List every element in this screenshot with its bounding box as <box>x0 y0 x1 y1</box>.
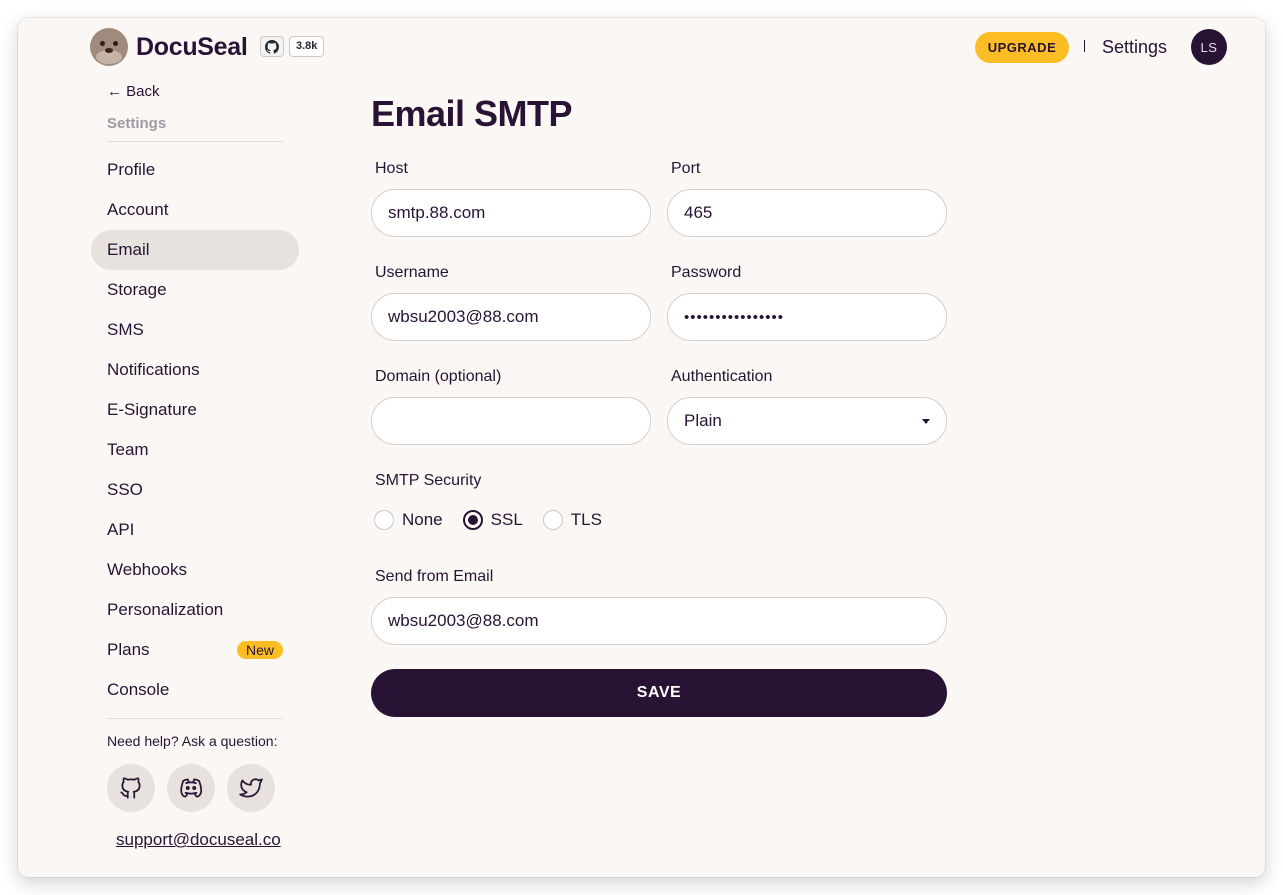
from-email-label: Send from Email <box>375 568 494 585</box>
app-window: DocuSeal 3.8k UPGRADE Settings LS ← Back… <box>18 18 1265 877</box>
new-badge: New <box>236 641 283 659</box>
sidebar-divider <box>107 718 283 719</box>
github-icon[interactable] <box>107 764 155 812</box>
radio-ssl[interactable] <box>462 510 483 530</box>
sidebar-item-label: Webhooks <box>107 560 188 579</box>
radio-label: SSL <box>490 510 523 529</box>
password-label: Password <box>671 264 742 281</box>
smtp-security-radio-group: None SSL TLS <box>374 510 622 530</box>
sidebar-item-label: Account <box>107 200 169 219</box>
sidebar-item-team[interactable]: Team <box>91 430 299 470</box>
port-input[interactable]: 465 <box>667 189 947 237</box>
twitter-icon[interactable] <box>227 764 275 812</box>
sidebar-item-email[interactable]: Email <box>91 230 299 270</box>
help-text: Need help? Ask a question: <box>107 733 278 749</box>
sidebar-item-label: Console <box>107 680 170 699</box>
sidebar-divider <box>107 141 283 142</box>
github-star-count[interactable]: 3.8k <box>289 36 325 57</box>
sidebar-item-label: SSO <box>107 480 143 499</box>
sidebar-item-label: Team <box>107 440 149 459</box>
sidebar-item-sso[interactable]: SSO <box>91 470 299 510</box>
user-avatar[interactable]: LS <box>1191 29 1227 65</box>
radio-label: None <box>402 510 443 529</box>
radio-label: TLS <box>570 510 602 529</box>
sidebar-item-sms[interactable]: SMS <box>91 310 299 350</box>
sidebar-item-storage[interactable]: Storage <box>91 270 299 310</box>
sidebar-item-label: Notifications <box>107 360 200 379</box>
sidebar-item-webhooks[interactable]: Webhooks <box>91 550 299 590</box>
host-label: Host <box>375 160 408 177</box>
sidebar-item-label: API <box>107 520 135 539</box>
brand-logo[interactable]: DocuSeal <box>90 28 248 66</box>
from-email-input[interactable]: wbsu2003@88.com <box>371 597 947 645</box>
sidebar-item-plans[interactable]: Plans New <box>91 630 299 670</box>
domain-input[interactable] <box>371 397 651 445</box>
header-divider <box>1084 40 1085 52</box>
username-label: Username <box>375 264 449 281</box>
authentication-label: Authentication <box>671 368 773 385</box>
sidebar-item-label: E-Signature <box>107 400 197 419</box>
security-option-tls[interactable]: TLS <box>542 510 602 530</box>
sidebar-item-notifications[interactable]: Notifications <box>91 350 299 390</box>
sidebar-item-account[interactable]: Account <box>91 190 299 230</box>
sidebar-item-label: Plans <box>107 640 150 659</box>
page-title: Email SMTP <box>371 93 573 134</box>
seal-mascot-icon <box>90 28 128 66</box>
security-option-none[interactable]: None <box>374 510 443 530</box>
caret-down-icon <box>922 419 930 424</box>
sidebar-nav: Profile Account Email Storage SMS Notifi… <box>91 150 299 710</box>
github-stars-widget[interactable]: 3.8k <box>260 36 325 57</box>
username-input[interactable]: wbsu2003@88.com <box>371 293 651 341</box>
sidebar-item-label: Storage <box>107 280 167 299</box>
github-icon[interactable] <box>260 36 284 57</box>
sidebar-item-label: SMS <box>107 320 144 339</box>
sidebar-item-label: Personalization <box>107 600 224 619</box>
sidebar-item-e-signature[interactable]: E-Signature <box>91 390 299 430</box>
sidebar-item-api[interactable]: API <box>91 510 299 550</box>
social-links <box>107 764 275 812</box>
sidebar-item-label: Email <box>107 240 150 259</box>
host-input[interactable]: smtp.88.com <box>371 189 651 237</box>
authentication-select[interactable]: Plain <box>667 397 947 445</box>
support-email-link[interactable]: support@docuseal.co <box>116 830 281 850</box>
sidebar-section-title: Settings <box>107 115 167 132</box>
port-label: Port <box>671 160 701 177</box>
sidebar-item-label: Profile <box>107 160 156 179</box>
sidebar-item-profile[interactable]: Profile <box>91 150 299 190</box>
discord-icon[interactable] <box>167 764 215 812</box>
radio-tls[interactable] <box>542 510 563 530</box>
back-link[interactable]: ← Back <box>107 83 160 100</box>
radio-none[interactable] <box>374 510 394 530</box>
upgrade-button[interactable]: UPGRADE <box>975 32 1069 63</box>
save-button[interactable]: SAVE <box>371 669 947 717</box>
domain-label: Domain (optional) <box>375 368 502 385</box>
authentication-value: Plain <box>684 411 722 430</box>
brand-name: DocuSeal <box>136 32 248 61</box>
smtp-security-label: SMTP Security <box>375 472 482 489</box>
settings-link[interactable]: Settings <box>1102 37 1167 58</box>
security-option-ssl[interactable]: SSL <box>462 510 523 530</box>
sidebar-item-console[interactable]: Console <box>91 670 299 710</box>
sidebar-item-personalization[interactable]: Personalization <box>91 590 299 630</box>
password-input[interactable]: •••••••••••••••• <box>667 293 947 341</box>
